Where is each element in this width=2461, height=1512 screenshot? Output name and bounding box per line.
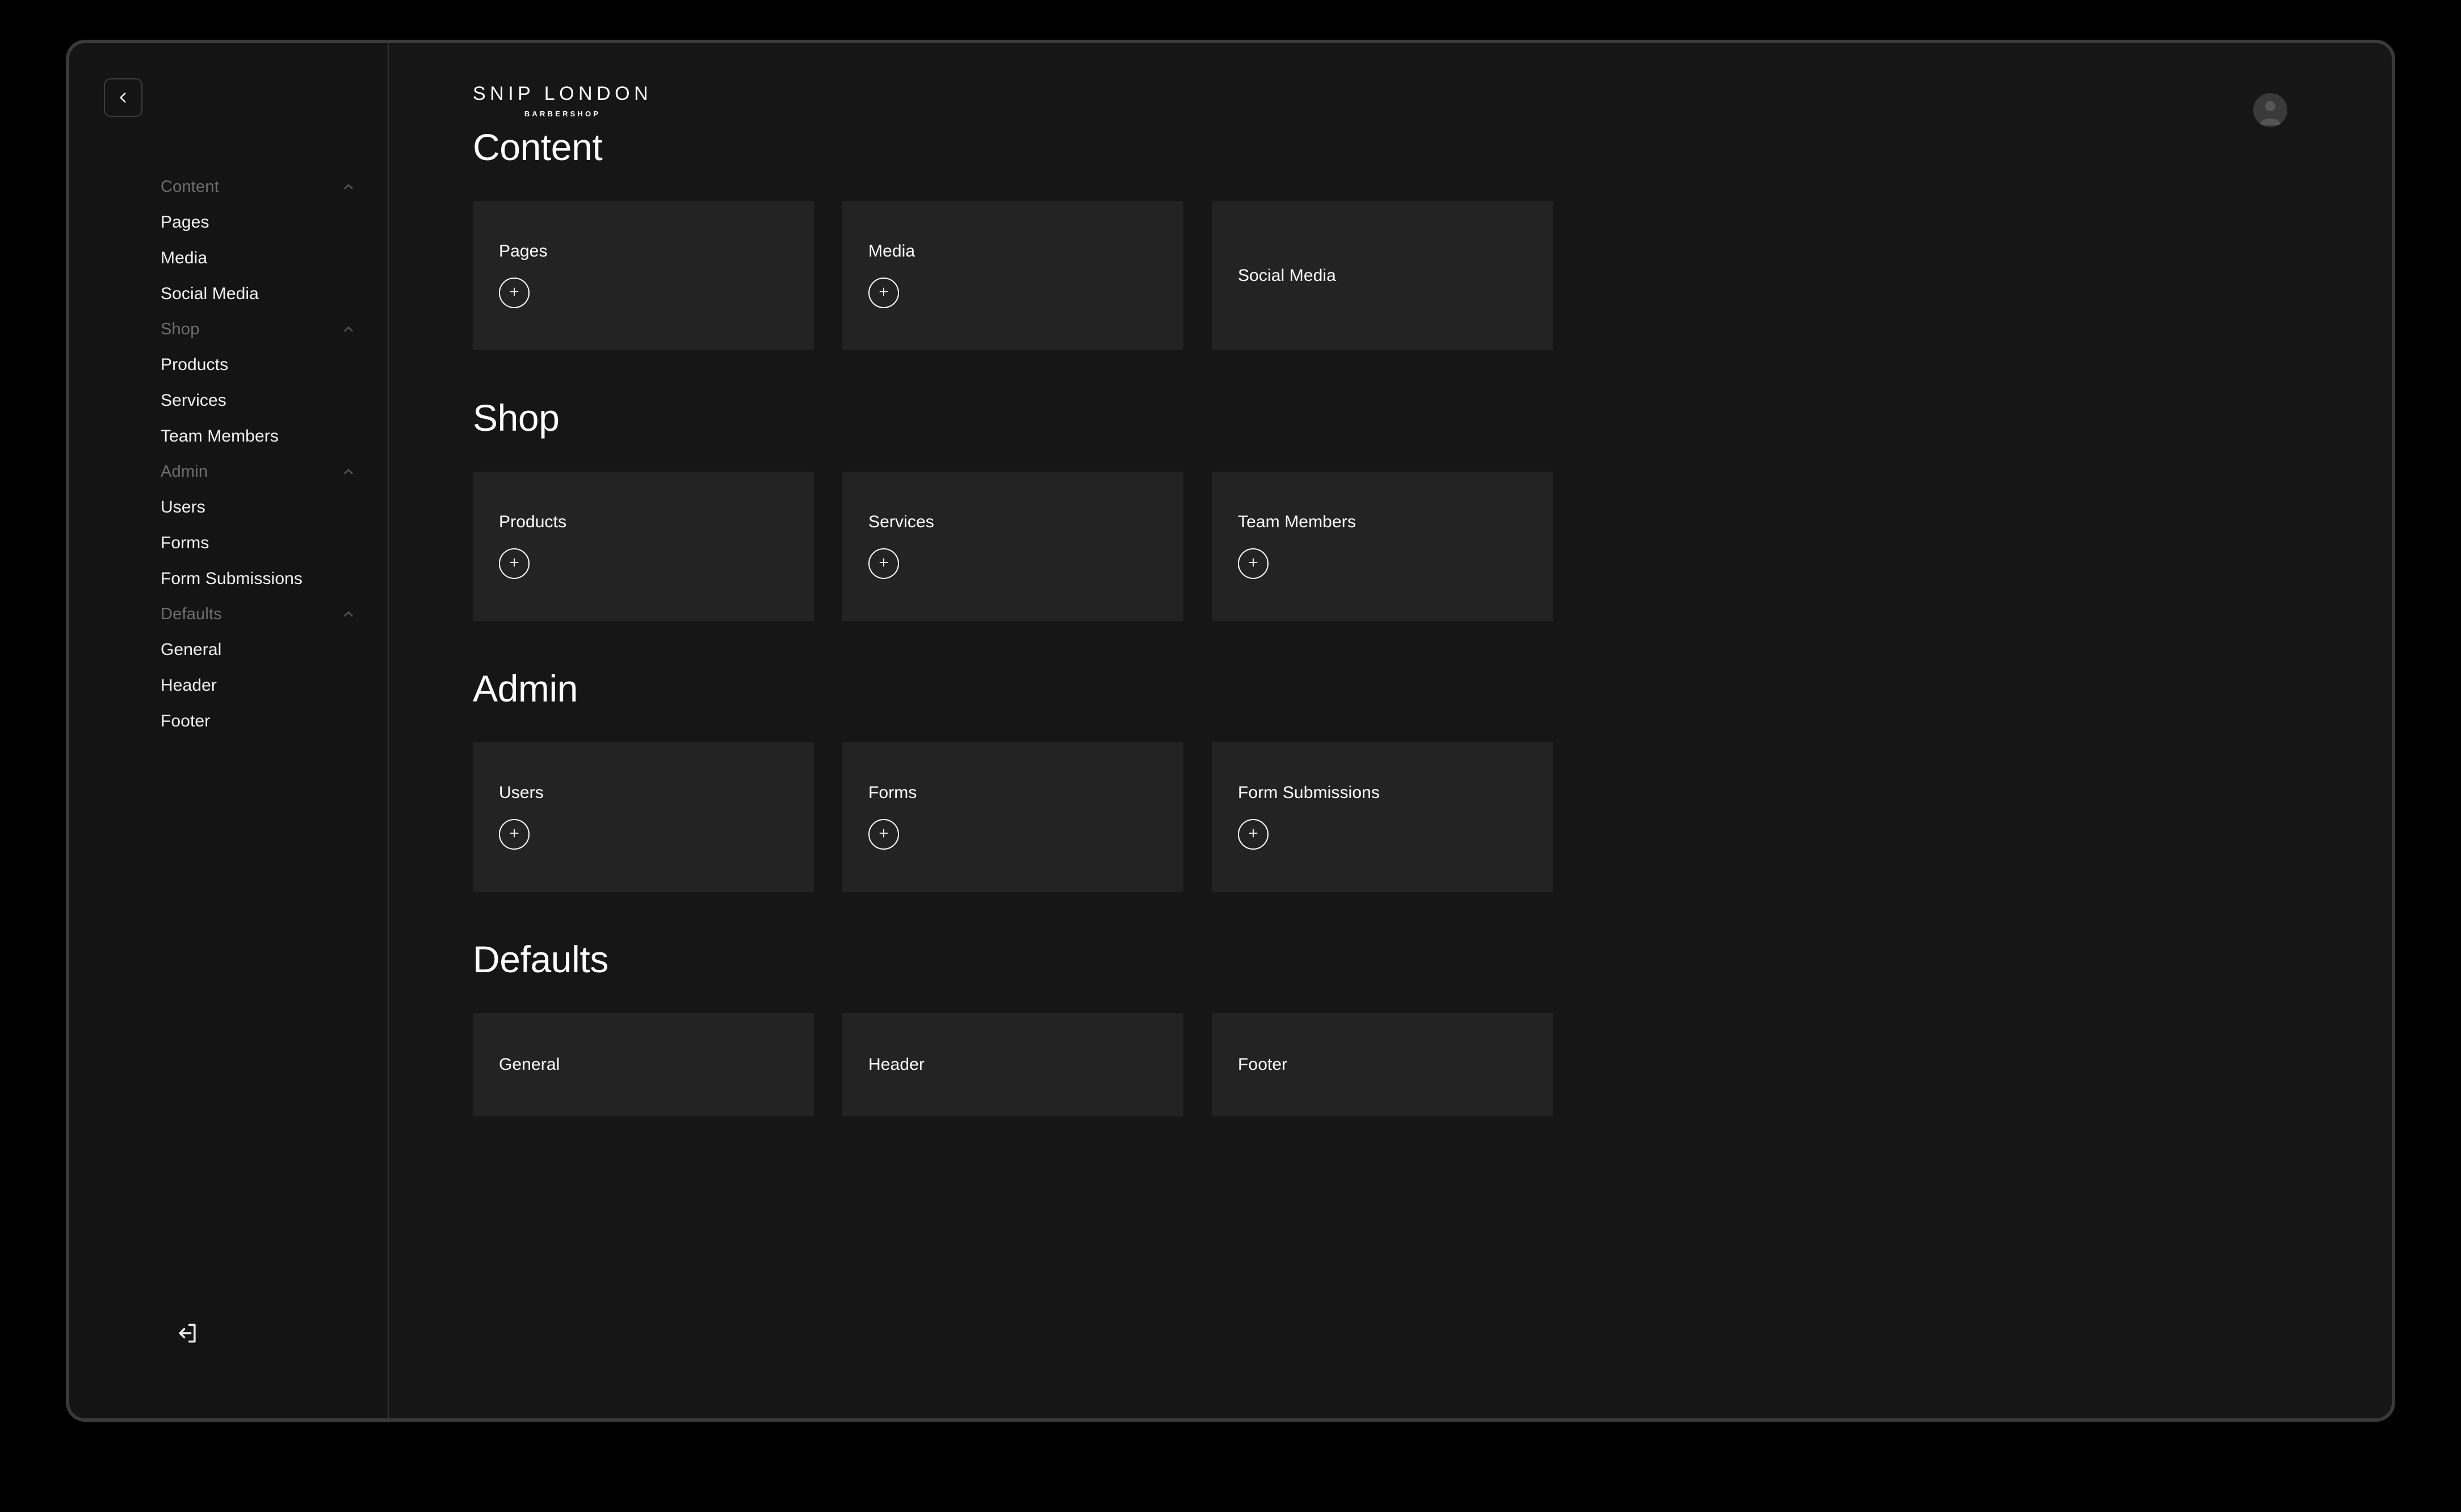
section-defaults: Defaults General Header Footer (389, 940, 2392, 1116)
main-content: SNIP LONDON BARBERSHOP Content Pages Media… (389, 43, 2392, 1418)
plus-icon (507, 284, 522, 302)
plus-icon (876, 555, 891, 573)
card-grid: General Header Footer (473, 1013, 1559, 1116)
logout-icon (175, 1321, 200, 1349)
sidebar-group-title: Admin (161, 462, 208, 481)
chevron-up-icon (341, 322, 356, 337)
chevron-up-icon (341, 464, 356, 479)
card-users[interactable]: Users (473, 742, 814, 892)
section-shop: Shop Products Services Team Members (389, 399, 2392, 621)
card-title: Users (499, 783, 544, 802)
sidebar-item-footer[interactable]: Footer (69, 703, 388, 739)
chevron-left-icon (116, 90, 131, 105)
sidebar-item-general[interactable]: General (69, 632, 388, 667)
card-title: Footer (1238, 1055, 1288, 1074)
card-general[interactable]: General (473, 1013, 814, 1116)
sidebar-nav: Content Pages Media Social Media Shop Product… (69, 169, 388, 739)
user-avatar-icon (2260, 101, 2281, 125)
card-social-media[interactable]: Social Media (1212, 201, 1553, 350)
card-title: Forms (868, 783, 917, 802)
sidebar-item-form-submissions[interactable]: Form Submissions (69, 561, 388, 597)
add-form-submissions-button[interactable] (1238, 819, 1269, 850)
sections-container: Content Pages Media Social Media Shop Product… (389, 128, 2392, 1418)
card-title: Header (868, 1055, 925, 1074)
plus-icon (507, 555, 522, 573)
section-content: Content Pages Media Social Media (389, 128, 2392, 350)
section-title: Shop (473, 397, 560, 439)
add-team-members-button[interactable] (1238, 548, 1269, 579)
avatar[interactable] (2253, 93, 2287, 127)
add-media-button[interactable] (868, 278, 899, 308)
add-users-button[interactable] (499, 819, 530, 850)
sidebar-group-title: Shop (161, 320, 200, 338)
card-title: Products (499, 513, 567, 531)
card-team-members[interactable]: Team Members (1212, 472, 1553, 621)
sidebar-item-team-members[interactable]: Team Members (69, 418, 388, 454)
sidebar-item-products[interactable]: Products (69, 347, 388, 383)
card-title: Social Media (1238, 266, 1336, 285)
card-grid: Products Services Team Members (473, 472, 1559, 621)
sidebar-group-admin: Admin Users Forms Form Submissions (69, 454, 388, 597)
add-services-button[interactable] (868, 548, 899, 579)
chevron-up-icon (341, 179, 356, 194)
add-pages-button[interactable] (499, 278, 530, 308)
card-pages[interactable]: Pages (473, 201, 814, 350)
add-forms-button[interactable] (868, 819, 899, 850)
sidebar-item-forms[interactable]: Forms (69, 525, 388, 561)
plus-icon (1246, 826, 1261, 843)
sidebar-group-content: Content Pages Media Social Media (69, 169, 388, 312)
logout-button[interactable] (171, 1318, 203, 1350)
sidebar-group-header-content[interactable]: Content (69, 169, 388, 204)
card-media[interactable]: Media (842, 201, 1183, 350)
sidebar-item-social-media[interactable]: Social Media (69, 276, 388, 312)
section-title: Admin (473, 667, 578, 709)
plus-icon (507, 826, 522, 843)
plus-icon (876, 826, 891, 843)
add-products-button[interactable] (499, 548, 530, 579)
plus-icon (876, 284, 891, 302)
brand-logo: SNIP LONDON BARBERSHOP (473, 84, 652, 117)
card-grid: Users Forms Form Submissions (473, 742, 1559, 892)
card-grid: Pages Media Social Media (473, 201, 1559, 350)
app-window: Content Pages Media Social Media Shop Product… (69, 43, 2392, 1418)
sidebar-group-shop: Shop Products Services Team Members (69, 312, 388, 454)
section-title: Content (473, 126, 603, 168)
sidebar-group-title: Defaults (161, 604, 222, 623)
brand-subtitle: BARBERSHOP (524, 110, 601, 118)
brand-name: SNIP LONDON (473, 83, 653, 104)
section-title: Defaults (473, 938, 608, 980)
card-forms[interactable]: Forms (842, 742, 1183, 892)
card-title: Services (868, 513, 934, 531)
sidebar-item-media[interactable]: Media (69, 240, 388, 276)
card-title: Media (868, 242, 915, 261)
plus-icon (1246, 555, 1261, 573)
sidebar-collapse-button[interactable] (104, 78, 142, 117)
chevron-up-icon (341, 607, 356, 621)
sidebar: Content Pages Media Social Media Shop Product… (69, 43, 389, 1418)
sidebar-item-pages[interactable]: Pages (69, 204, 388, 240)
section-admin: Admin Users Forms Form Submissions (389, 670, 2392, 892)
topbar: SNIP LONDON BARBERSHOP (389, 43, 2392, 128)
card-footer[interactable]: Footer (1212, 1013, 1553, 1116)
sidebar-group-header-defaults[interactable]: Defaults (69, 597, 388, 632)
card-title: General (499, 1055, 560, 1074)
sidebar-group-header-admin[interactable]: Admin (69, 454, 388, 489)
sidebar-group-header-shop[interactable]: Shop (69, 312, 388, 347)
card-services[interactable]: Services (842, 472, 1183, 621)
card-title: Pages (499, 242, 548, 261)
card-title: Form Submissions (1238, 783, 1380, 802)
card-products[interactable]: Products (473, 472, 814, 621)
app-window-frame: Content Pages Media Social Media Shop Product… (66, 40, 2395, 1422)
card-header[interactable]: Header (842, 1013, 1183, 1116)
card-title: Team Members (1238, 513, 1356, 531)
sidebar-item-header[interactable]: Header (69, 667, 388, 703)
card-form-submissions[interactable]: Form Submissions (1212, 742, 1553, 892)
sidebar-item-users[interactable]: Users (69, 489, 388, 525)
sidebar-group-title: Content (161, 177, 219, 196)
sidebar-item-services[interactable]: Services (69, 383, 388, 418)
sidebar-group-defaults: Defaults General Header Footer (69, 597, 388, 739)
